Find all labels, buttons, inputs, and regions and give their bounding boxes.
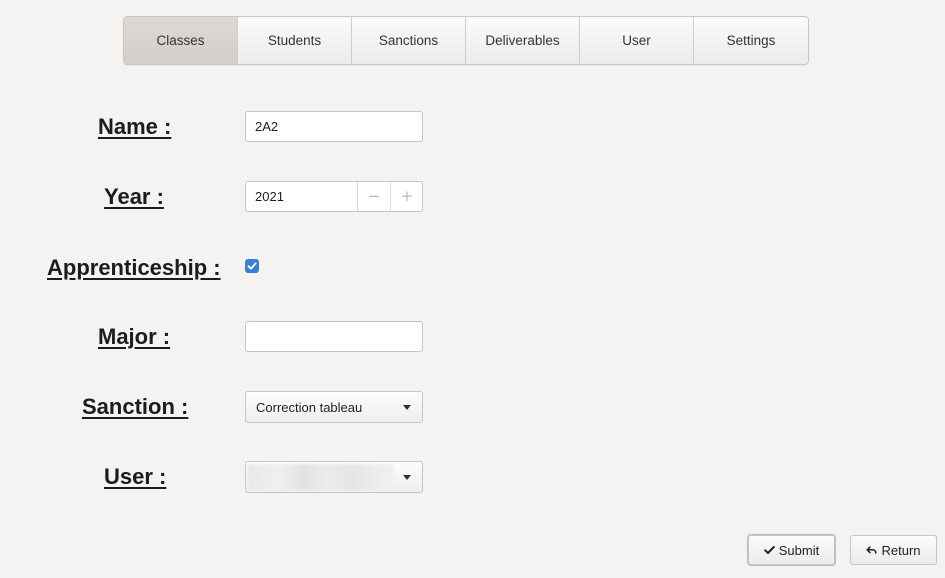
main-tab-bar: Classes Students Sanctions Deliverables …: [123, 16, 809, 65]
tab-students[interactable]: Students: [238, 17, 352, 64]
sanction-select[interactable]: Correction tableau: [245, 391, 423, 423]
year-spinner-value: 2021: [255, 189, 284, 204]
sanction-selected-value: Correction tableau: [256, 400, 363, 415]
major-input[interactable]: [245, 321, 423, 352]
return-button-label: Return: [881, 542, 921, 558]
tab-sanctions[interactable]: Sanctions: [352, 17, 466, 64]
return-arrow-icon: [866, 546, 878, 554]
year-increment-button[interactable]: +: [391, 187, 423, 205]
submit-button[interactable]: Submit: [748, 535, 835, 565]
sanction-label: Sanction :: [82, 394, 189, 419]
user-select[interactable]: [245, 461, 423, 493]
year-label: Year :: [104, 184, 164, 209]
year-decrement-button[interactable]: −: [358, 187, 390, 205]
check-icon: [763, 546, 775, 554]
major-label: Major :: [98, 324, 171, 349]
name-input-value: 2A2: [255, 119, 279, 134]
check-icon: [247, 262, 257, 270]
name-label: Name :: [98, 114, 172, 139]
redacted-user-value: [248, 464, 394, 490]
tab-settings[interactable]: Settings: [694, 17, 808, 64]
clipped-header-text: [345, 0, 605, 3]
apprenticeship-checkbox[interactable]: [245, 259, 259, 273]
chevron-down-icon: [403, 405, 411, 410]
submit-button-label: Submit: [778, 542, 820, 558]
user-label: User :: [104, 464, 167, 489]
tab-classes[interactable]: Classes: [124, 17, 238, 64]
apprenticeship-label: Apprenticeship :: [47, 255, 221, 280]
tab-deliverables[interactable]: Deliverables: [466, 17, 580, 64]
name-input[interactable]: 2A2: [245, 111, 423, 142]
chevron-down-icon: [403, 475, 411, 480]
return-button[interactable]: Return: [850, 535, 937, 565]
tab-user[interactable]: User: [580, 17, 694, 64]
year-spinner[interactable]: 2021 − +: [245, 181, 423, 212]
